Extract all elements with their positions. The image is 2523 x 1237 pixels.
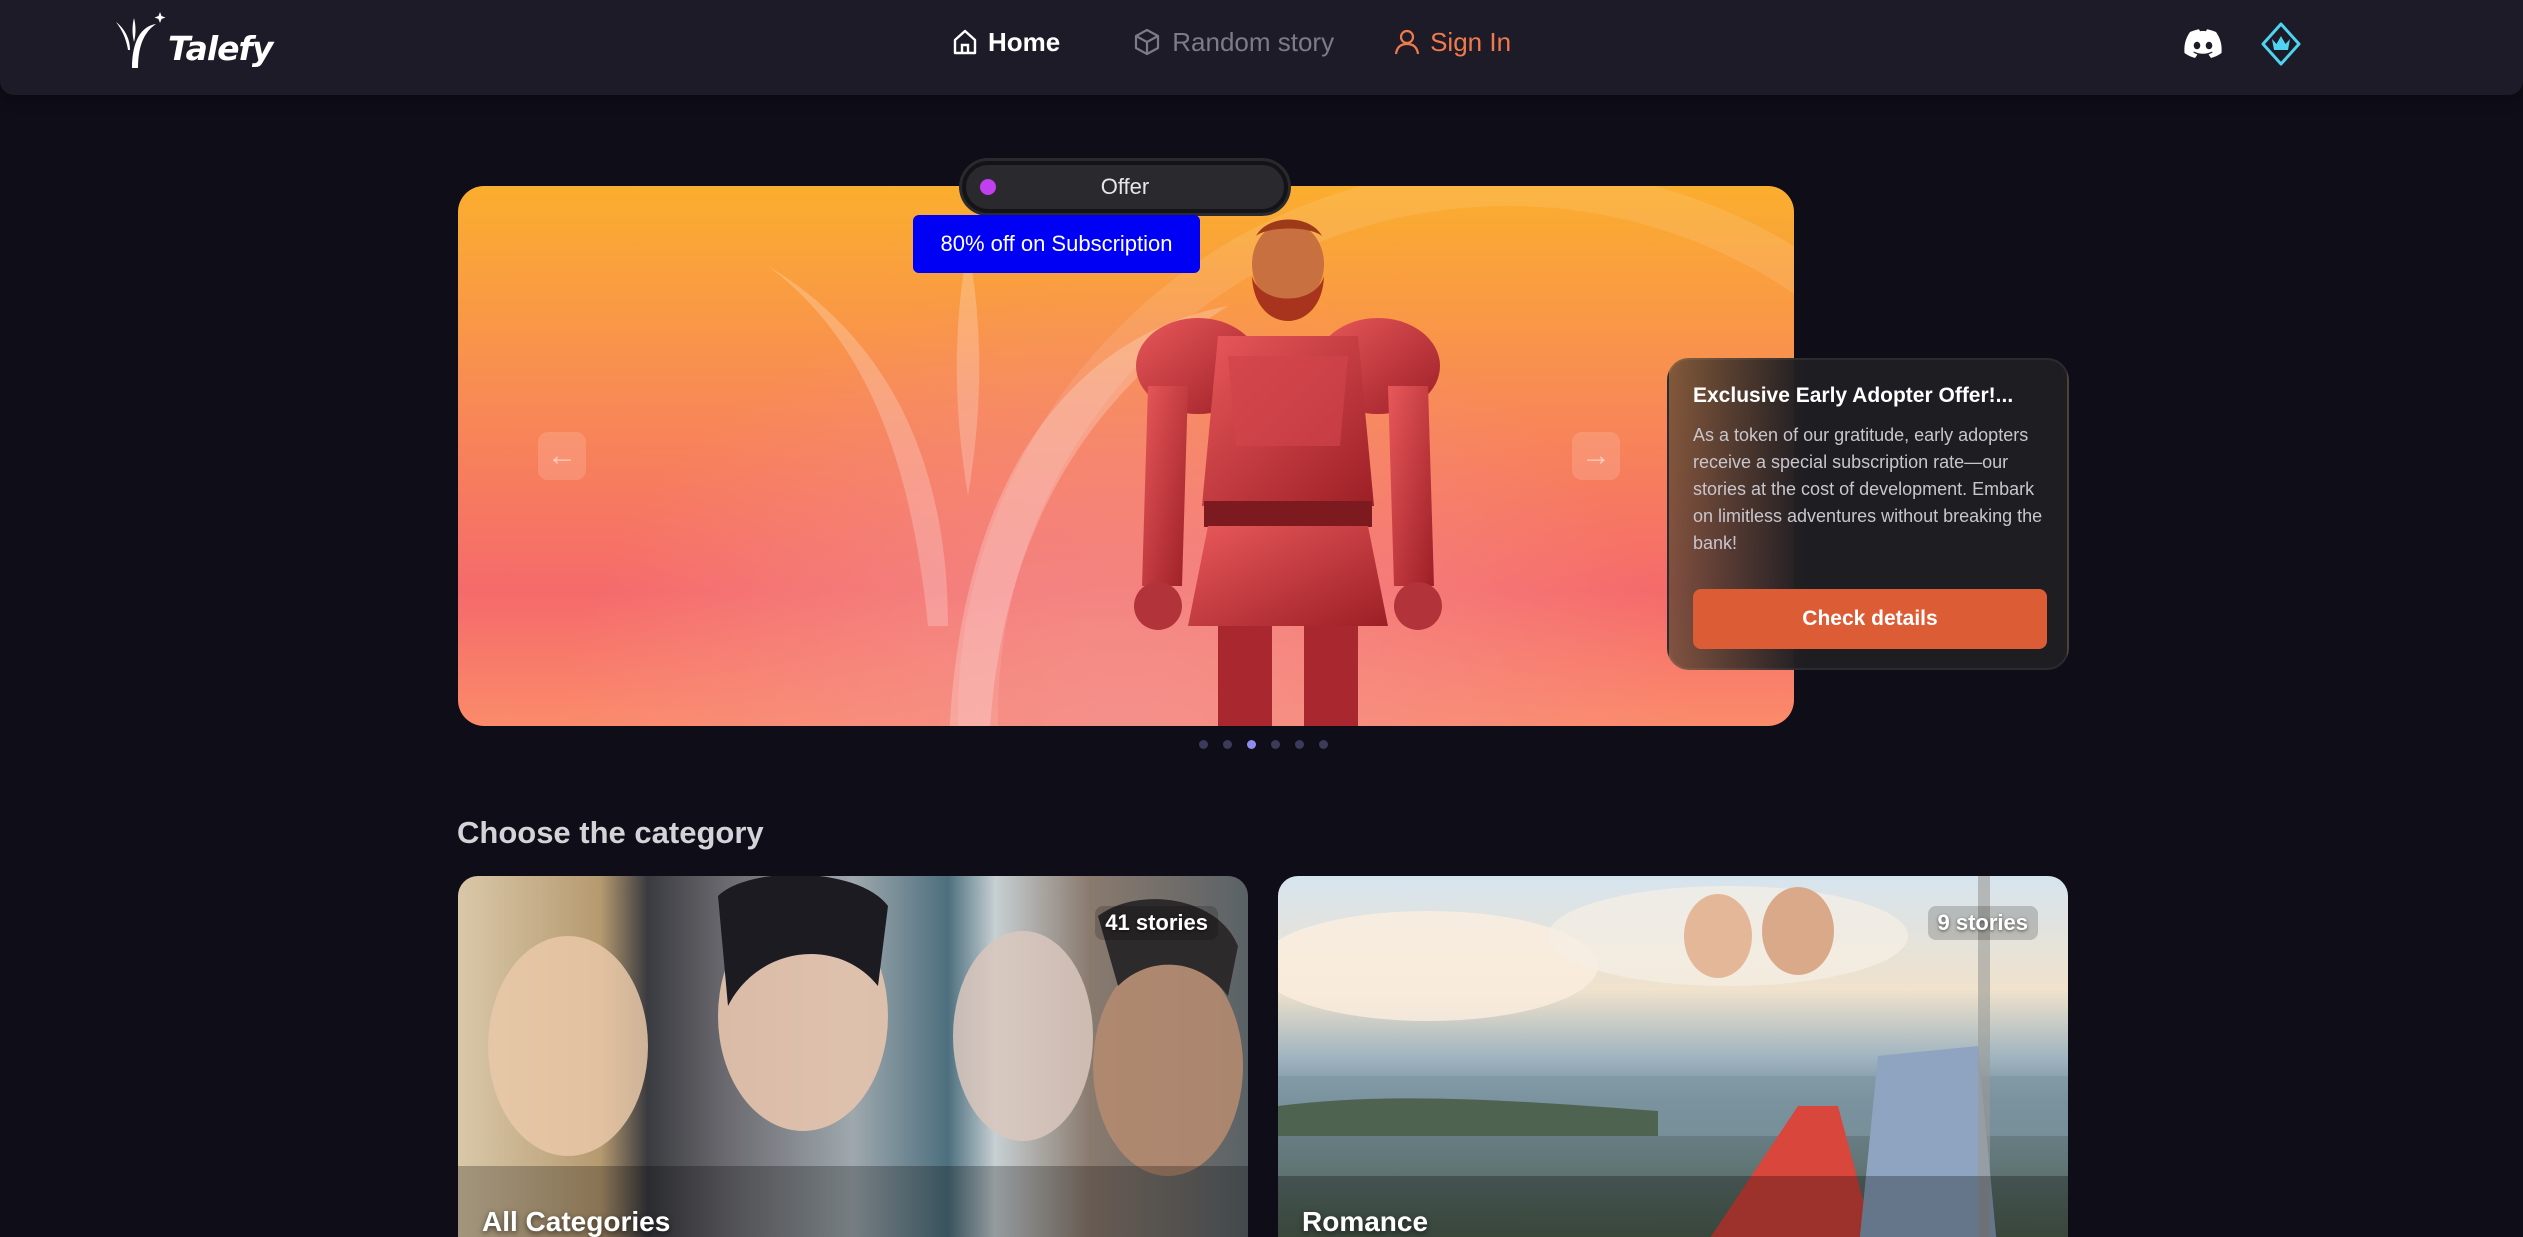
top-navbar: Talefy Home Random story Sign In bbox=[0, 0, 2523, 95]
talefy-logo[interactable]: Talefy bbox=[112, 10, 273, 70]
category-story-count: 9 stories bbox=[1927, 906, 2038, 940]
category-card-all[interactable]: 41 stories All Categories bbox=[458, 876, 1248, 1237]
talefy-logo-icon bbox=[116, 12, 166, 68]
offer-card-text: As a token of our gratitude, early adopt… bbox=[1693, 425, 2043, 553]
offer-label: Offer bbox=[1100, 174, 1150, 199]
category-name: Romance bbox=[1302, 1206, 1429, 1237]
home-icon bbox=[953, 29, 977, 55]
main-nav: Home Random story Sign In bbox=[952, 22, 1511, 62]
carousel-next-button[interactable]: → bbox=[1572, 432, 1620, 480]
subscription-discount-badge[interactable]: 80% off on Subscription bbox=[913, 215, 1200, 273]
check-details-button[interactable]: Check details bbox=[1693, 589, 2047, 649]
arrow-right-icon: → bbox=[1581, 439, 1611, 472]
brand-name: Talefy bbox=[168, 29, 273, 68]
nav-random-label: Random story bbox=[1172, 26, 1335, 57]
offer-card-title: Exclusive Early Adopter Offer!... bbox=[1693, 384, 2014, 407]
arrow-left-icon: ← bbox=[547, 439, 577, 472]
category-name: All Categories bbox=[482, 1206, 671, 1237]
carousel-dot[interactable] bbox=[1199, 740, 1208, 749]
user-icon bbox=[1395, 29, 1420, 55]
offer-status-dot bbox=[980, 179, 996, 195]
top-right-icons bbox=[2183, 22, 2303, 66]
carousel-dot[interactable] bbox=[1319, 740, 1328, 749]
category-card-romance[interactable]: 9 stories Romance bbox=[1278, 876, 2068, 1237]
warrior-illustration bbox=[1134, 219, 1442, 726]
nav-signin-label: Sign In bbox=[1430, 26, 1512, 57]
carousel-prev-button[interactable]: ← bbox=[538, 432, 586, 480]
carousel-dot[interactable] bbox=[1223, 740, 1232, 749]
carousel-dot[interactable] bbox=[1295, 740, 1304, 749]
offer-details-card: Exclusive Early Adopter Offer!... As a t… bbox=[1667, 358, 2069, 670]
category-section-title: Choose the category bbox=[457, 815, 764, 850]
nav-random-story[interactable]: Random story bbox=[1132, 27, 1334, 58]
crown-icon[interactable] bbox=[2259, 22, 2303, 66]
carousel-dot[interactable] bbox=[1271, 740, 1280, 749]
offer-label-pill: Offer bbox=[962, 161, 1288, 213]
discord-icon[interactable] bbox=[2183, 24, 2223, 64]
cube-icon bbox=[1135, 28, 1160, 56]
carousel-pagination bbox=[1199, 740, 1328, 749]
nav-home[interactable]: Home bbox=[952, 27, 1060, 58]
category-story-count: 41 stories bbox=[1095, 906, 1218, 940]
nav-sign-in[interactable]: Sign In bbox=[1394, 27, 1511, 58]
nav-home-label: Home bbox=[988, 26, 1061, 57]
carousel-dot-active[interactable] bbox=[1247, 740, 1256, 749]
